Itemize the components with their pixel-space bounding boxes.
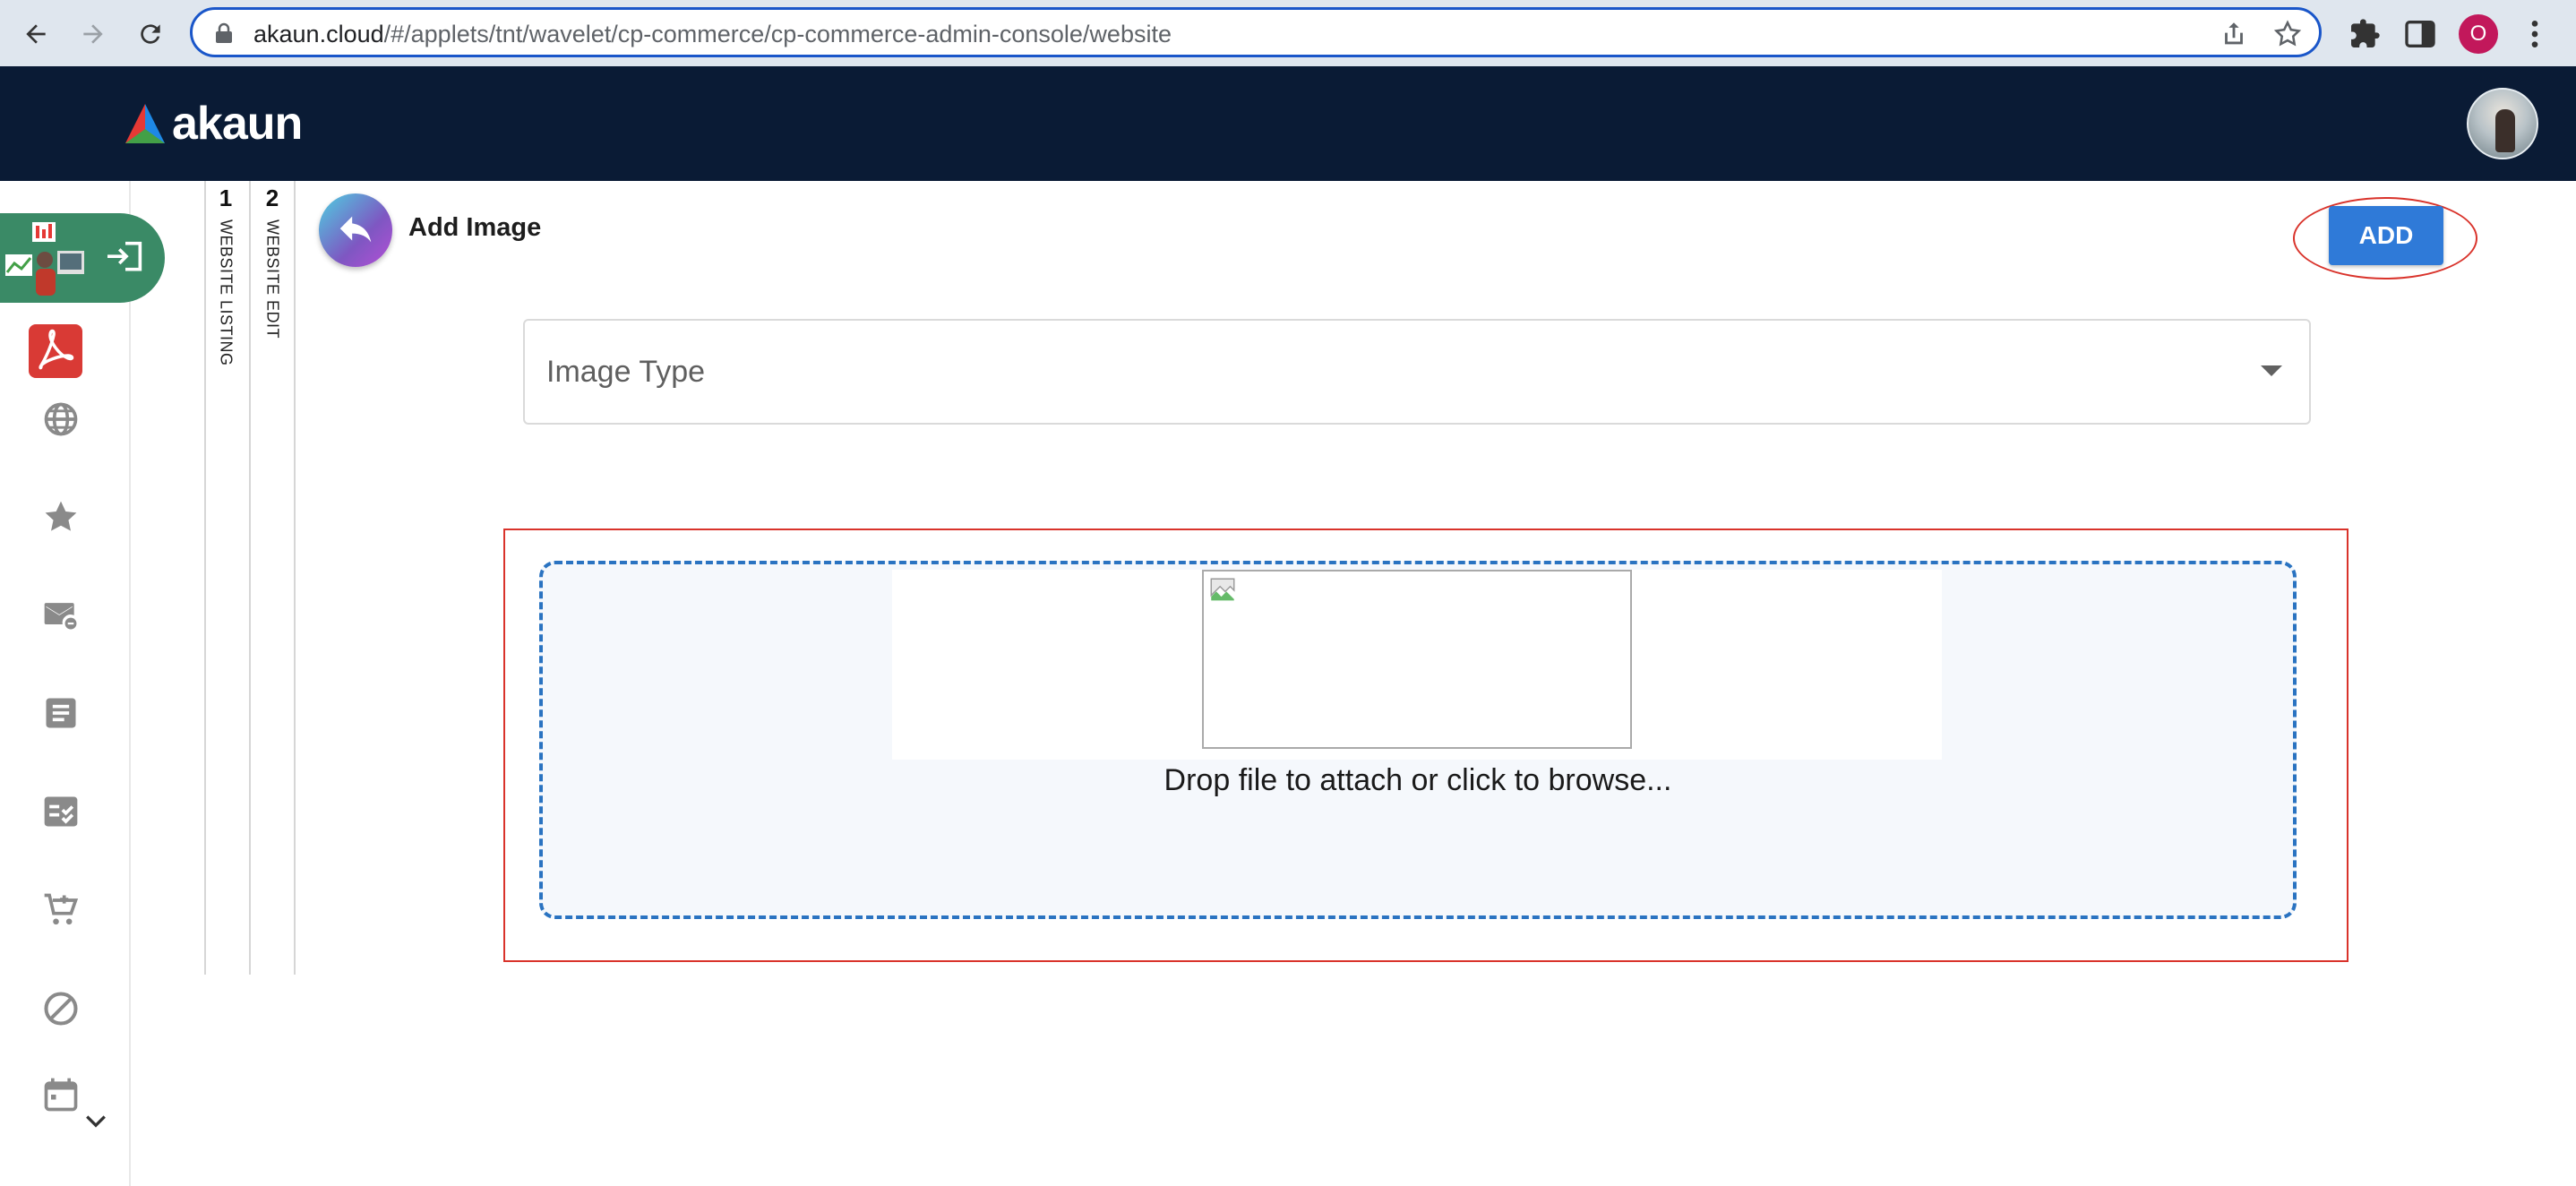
image-type-select[interactable]: Image Type: [523, 319, 2311, 425]
lock-icon[interactable]: [214, 22, 234, 44]
back-arrow-icon[interactable]: [14, 13, 57, 56]
url-host: akaun.cloud: [253, 21, 384, 47]
checklist-icon[interactable]: [39, 790, 82, 833]
calendar-icon[interactable]: [39, 1073, 82, 1116]
acrobat-icon[interactable]: [29, 324, 82, 378]
side-panel-icon[interactable]: [2402, 16, 2438, 52]
page-title: Add Image: [408, 213, 542, 242]
mail-icon[interactable]: [39, 593, 82, 636]
left-sidebar: [0, 181, 165, 1186]
document-icon[interactable]: [39, 692, 82, 735]
block-icon[interactable]: [39, 987, 82, 1030]
step-label: WEBSITE EDIT: [263, 219, 282, 339]
browser-profile-badge[interactable]: O: [2459, 14, 2498, 54]
dropdown-arrow-icon: [2261, 365, 2282, 376]
broken-image-icon: [1210, 578, 1235, 601]
step-rail-divider: [294, 181, 296, 975]
app-header: akaun: [0, 66, 2576, 181]
brand-name: akaun: [172, 98, 303, 150]
image-preview: [1202, 570, 1632, 749]
sidebar-active-applet[interactable]: [0, 213, 165, 303]
cart-icon[interactable]: [39, 889, 82, 932]
url-text[interactable]: akaun.cloud/#/applets/tnt/wavelet/cp-com…: [253, 21, 1172, 47]
bookmark-star-icon[interactable]: [2272, 19, 2303, 49]
reply-arrow-icon: [339, 216, 372, 243]
image-type-label: Image Type: [546, 355, 706, 389]
reload-icon[interactable]: [129, 13, 172, 56]
akaun-logo[interactable]: akaun: [122, 98, 303, 150]
step-label: WEBSITE LISTING: [217, 219, 236, 366]
address-bar[interactable]: akaun.cloud/#/applets/tnt/wavelet/cp-com…: [190, 7, 2322, 57]
add-button[interactable]: ADD: [2329, 206, 2443, 265]
dropzone-instruction[interactable]: Drop file to attach or click to browse..…: [539, 763, 2297, 798]
step-number: 2: [265, 185, 279, 211]
extensions-puzzle-icon[interactable]: [2347, 16, 2383, 52]
share-icon[interactable]: [2219, 19, 2249, 49]
user-avatar[interactable]: [2467, 88, 2538, 159]
step-number: 1: [219, 185, 233, 211]
applet-illustration-icon: [5, 222, 84, 296]
back-button[interactable]: [319, 193, 392, 267]
step-website-edit[interactable]: 2 WEBSITE EDIT: [251, 185, 294, 339]
chevron-down-icon[interactable]: [84, 1113, 107, 1130]
step-website-listing[interactable]: 1 WEBSITE LISTING: [204, 185, 247, 366]
akaun-logo-icon: [125, 104, 165, 143]
url-path: /#/applets/tnt/wavelet/cp-commerce/cp-co…: [383, 21, 1172, 47]
login-icon: [107, 241, 142, 271]
browser-menu-icon[interactable]: [2517, 16, 2553, 52]
forward-arrow-icon[interactable]: [72, 13, 115, 56]
browser-toolbar: akaun.cloud/#/applets/tnt/wavelet/cp-com…: [0, 0, 2576, 66]
globe-icon[interactable]: [39, 398, 82, 441]
star-icon[interactable]: [39, 496, 82, 539]
